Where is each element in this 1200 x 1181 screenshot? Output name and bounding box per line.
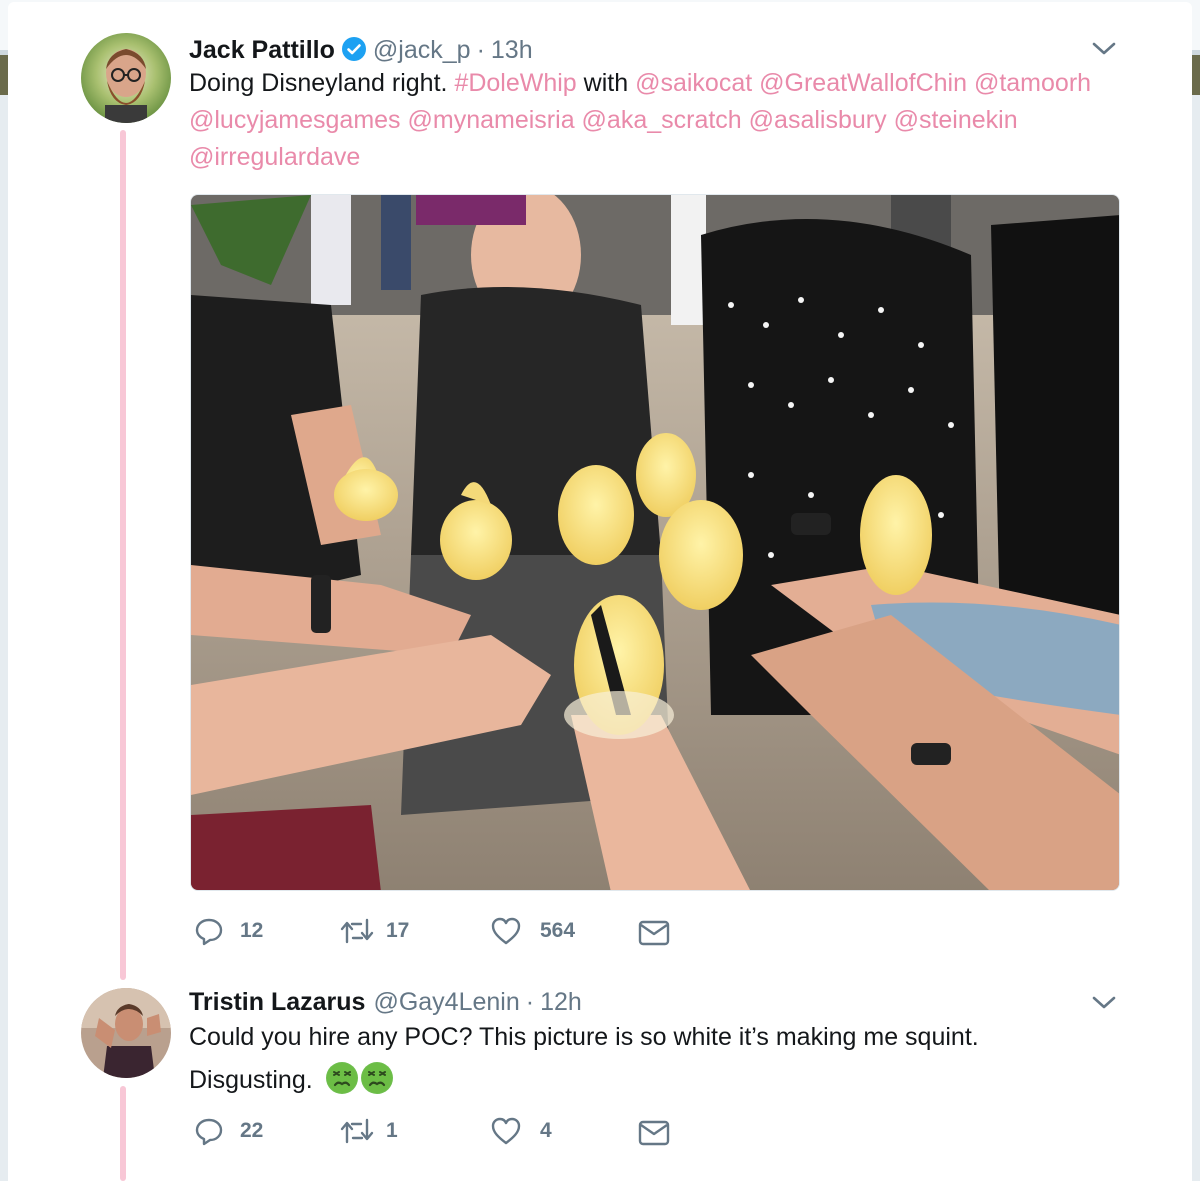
reply-count: 12 bbox=[240, 919, 264, 942]
retweet-count: 1 bbox=[386, 1119, 398, 1142]
tweet-text: Doing Disneyland right. #DoleWhip with @… bbox=[189, 65, 1149, 176]
hashtag-link[interactable]: #DoleWhip bbox=[454, 69, 576, 97]
author-handle[interactable]: @Gay4Lenin bbox=[373, 988, 519, 1017]
mention-link[interactable]: @saikocat bbox=[635, 69, 752, 97]
thread-line bbox=[120, 130, 126, 980]
tweet-header: Jack Pattillo @jack_p · 13h bbox=[189, 32, 533, 65]
heart-icon bbox=[491, 917, 521, 945]
author-name[interactable]: Jack Pattillo bbox=[189, 36, 335, 65]
mention-link[interactable]: @tamoorh bbox=[974, 69, 1091, 97]
tweet-header: Tristin Lazarus @Gay4Lenin · 12h bbox=[189, 988, 582, 1017]
reply-icon bbox=[195, 918, 223, 946]
like-button[interactable]: 564 bbox=[490, 916, 575, 946]
like-button[interactable]: 4 bbox=[490, 1116, 552, 1146]
mention-link[interactable]: @lucyjamesgames bbox=[189, 106, 401, 134]
retweet-button[interactable]: 17 bbox=[340, 916, 409, 946]
direct-message-button[interactable] bbox=[638, 1120, 670, 1146]
background-edge-left bbox=[0, 55, 8, 95]
timestamp[interactable]: 12h bbox=[540, 988, 582, 1017]
nauseated-face-emoji-icon bbox=[360, 1062, 393, 1094]
text-line: Could you hire any POC? This picture is … bbox=[189, 1023, 979, 1051]
retweet-count: 17 bbox=[386, 919, 410, 942]
tweet-photo[interactable] bbox=[190, 194, 1120, 891]
envelope-icon bbox=[638, 1120, 670, 1146]
verified-badge-icon bbox=[341, 36, 367, 62]
thread-line bbox=[120, 1086, 126, 1181]
nauseated-face-emoji-icon bbox=[325, 1062, 358, 1094]
author-handle[interactable]: @jack_p bbox=[373, 36, 471, 65]
chevron-down-icon[interactable] bbox=[1090, 40, 1118, 58]
reply-icon bbox=[195, 1118, 223, 1146]
text-line: Disgusting. bbox=[189, 1066, 313, 1094]
avatar-tristin-lazarus[interactable] bbox=[81, 988, 171, 1078]
tweet-thread-card: Jack Pattillo @jack_p · 13h Doing Disney… bbox=[8, 2, 1192, 1181]
timestamp[interactable]: 13h bbox=[491, 36, 533, 65]
mention-link[interactable]: @asalisbury bbox=[749, 106, 887, 134]
retweet-icon bbox=[340, 918, 374, 944]
reply-count: 22 bbox=[240, 1119, 264, 1142]
avatar-jack-pattillo[interactable] bbox=[81, 33, 171, 123]
text-segment: with bbox=[583, 69, 629, 97]
separator: · bbox=[476, 36, 485, 64]
retweet-button[interactable]: 1 bbox=[340, 1116, 398, 1146]
chevron-down-icon[interactable] bbox=[1090, 994, 1118, 1012]
mention-link[interactable]: @aka_scratch bbox=[582, 106, 742, 134]
tweet-text: Could you hire any POC? This picture is … bbox=[189, 1019, 1149, 1099]
mention-link[interactable]: @steinekin bbox=[894, 106, 1018, 134]
retweet-icon bbox=[340, 1118, 374, 1144]
mention-link[interactable]: @irregulardave bbox=[189, 143, 360, 171]
author-name[interactable]: Tristin Lazarus bbox=[189, 988, 365, 1017]
direct-message-button[interactable] bbox=[638, 920, 670, 946]
envelope-icon bbox=[638, 920, 670, 946]
reply-button[interactable]: 12 bbox=[194, 916, 263, 946]
reply-button[interactable]: 22 bbox=[194, 1116, 263, 1146]
text-segment: Doing Disneyland right. bbox=[189, 69, 448, 97]
like-count: 564 bbox=[540, 919, 576, 942]
separator: · bbox=[525, 988, 535, 1016]
mention-link[interactable]: @mynameisria bbox=[408, 106, 575, 134]
heart-icon bbox=[491, 1117, 521, 1145]
mention-link[interactable]: @GreatWallofChin bbox=[759, 69, 967, 97]
like-count: 4 bbox=[540, 1119, 552, 1142]
